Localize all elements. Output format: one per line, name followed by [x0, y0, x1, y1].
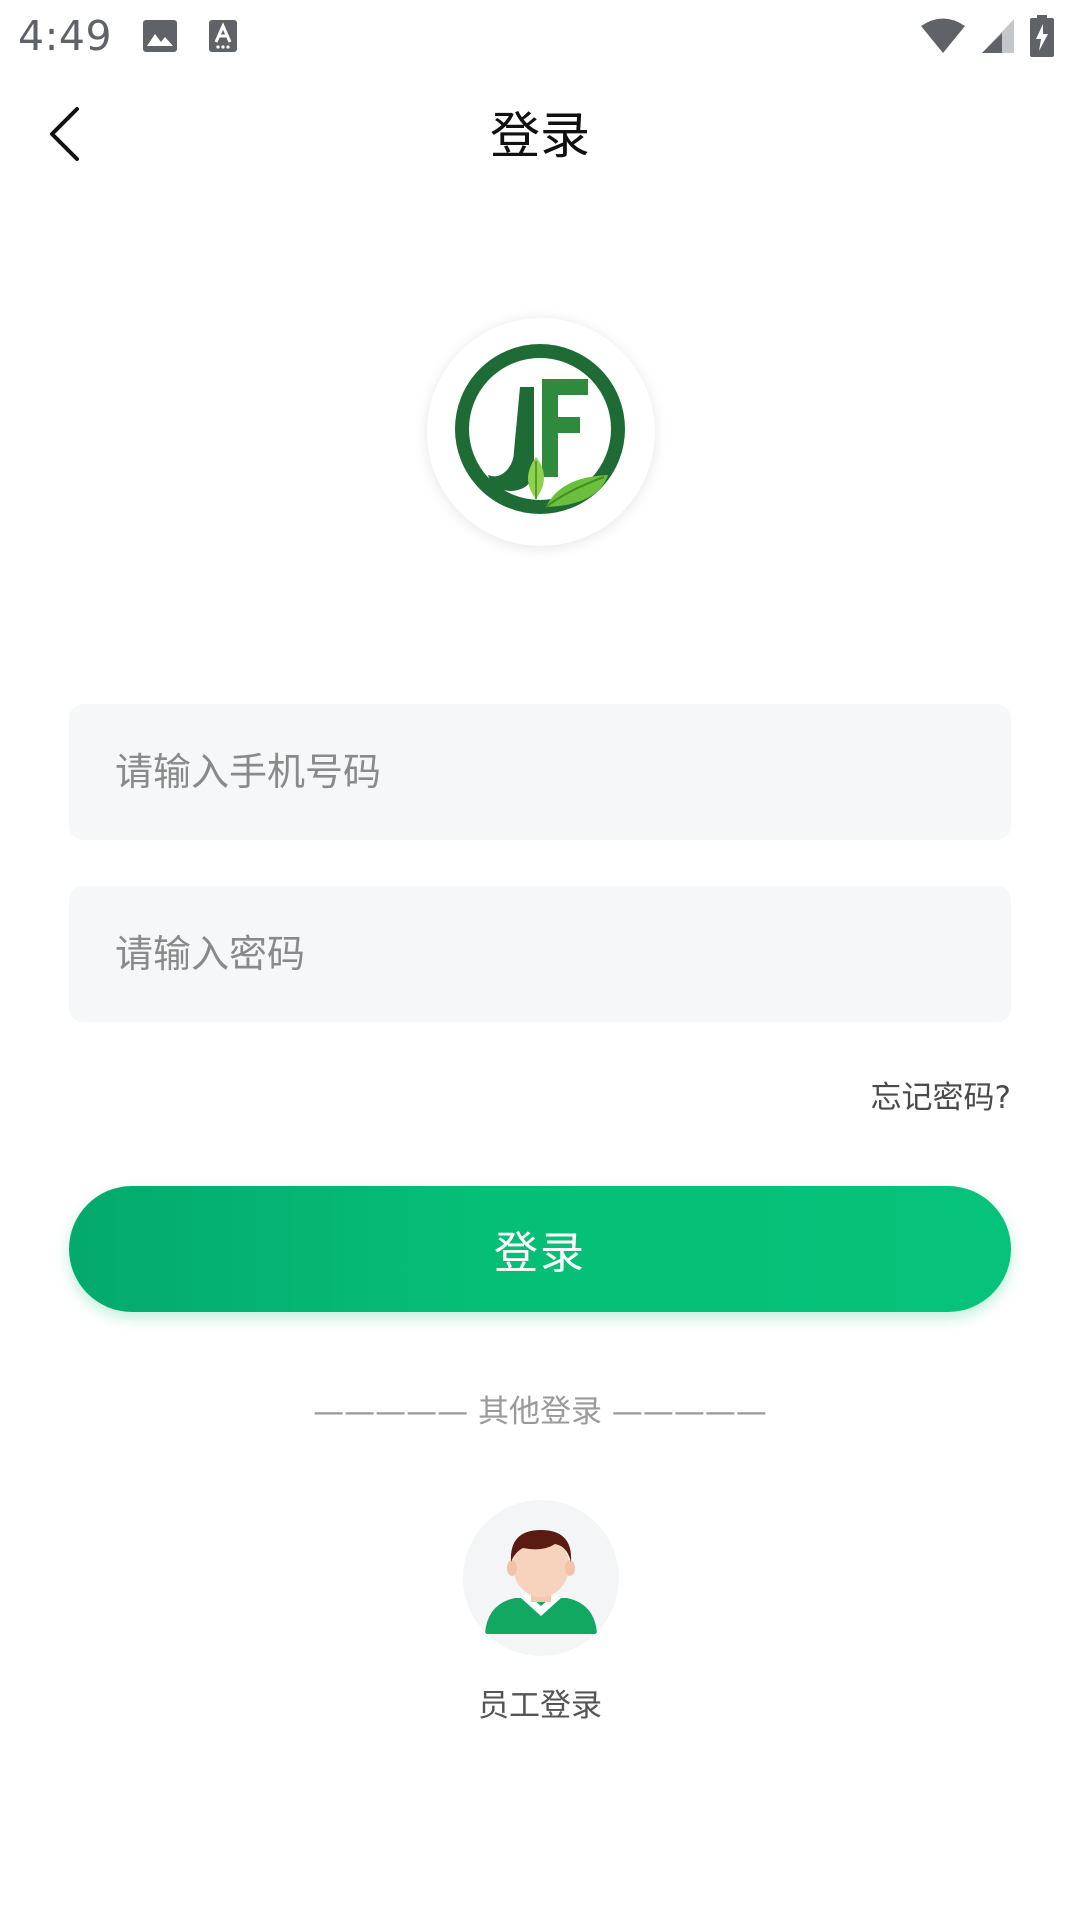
- logo-jf-icon: [455, 344, 625, 514]
- page-title: 登录: [490, 107, 590, 165]
- header: 登录: [0, 72, 1080, 200]
- other-login-divider: ————— 其他登录 —————: [313, 1394, 767, 1430]
- image-icon: [142, 19, 178, 53]
- status-bar: 4:49: [0, 0, 1080, 72]
- text-recognition-icon: [208, 19, 238, 53]
- status-right: [920, 15, 1054, 57]
- employee-login-label[interactable]: 员工登录: [0, 1680, 1080, 1725]
- employee-avatar-icon: [485, 1530, 597, 1634]
- password-field[interactable]: [69, 886, 1011, 1022]
- employee-login-button[interactable]: [463, 1500, 619, 1656]
- phone-field[interactable]: [69, 704, 1011, 840]
- wifi-icon: [920, 17, 966, 55]
- login-button[interactable]: 登录: [69, 1186, 1011, 1312]
- status-time: 4:49: [18, 12, 113, 60]
- status-left: 4:49: [18, 12, 238, 60]
- phone-input[interactable]: [115, 704, 1011, 840]
- cell-signal-icon: [980, 17, 1016, 55]
- password-input[interactable]: [115, 886, 1011, 1022]
- battery-charging-icon: [1030, 15, 1054, 57]
- forgot-password-link[interactable]: 忘记密码?: [871, 1072, 1011, 1117]
- app-logo: [427, 318, 655, 546]
